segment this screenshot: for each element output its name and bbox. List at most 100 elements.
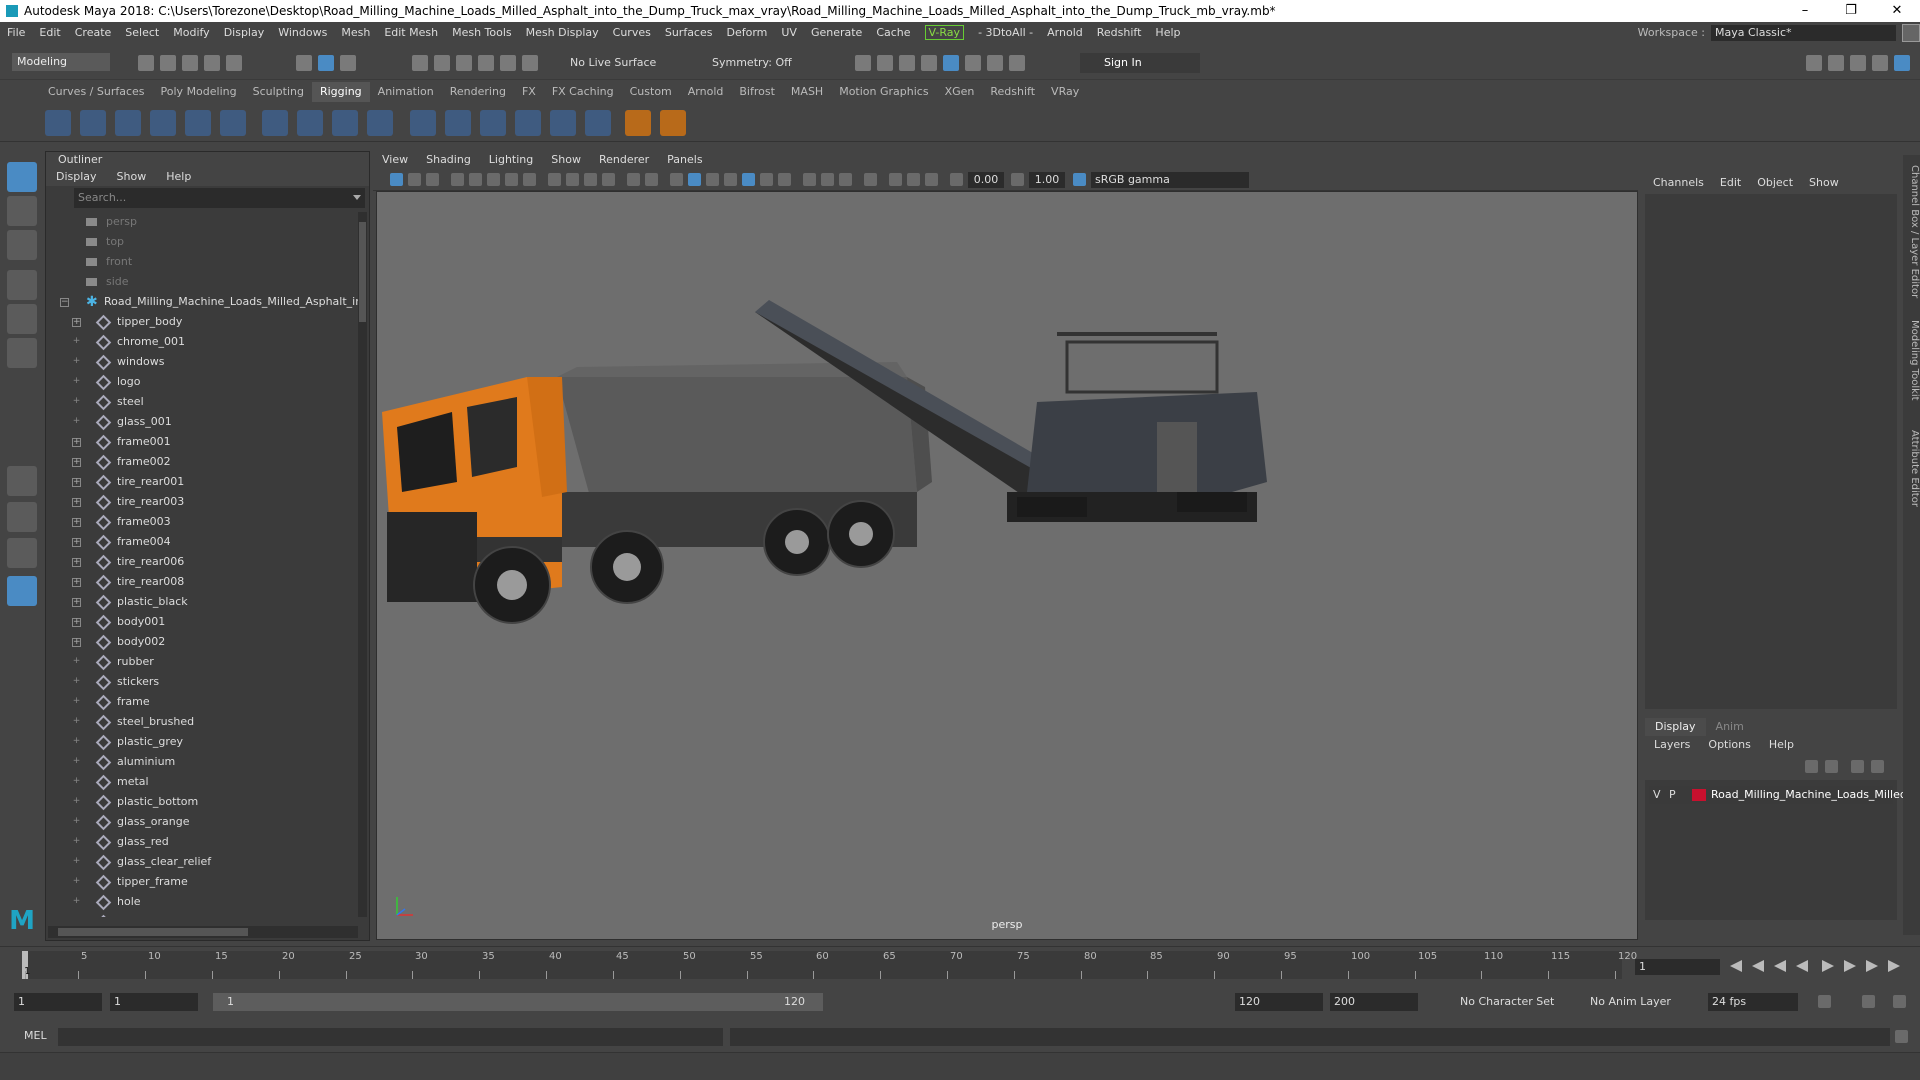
bind-skin-icon[interactable] (262, 110, 288, 136)
shelf-tab-fx-caching[interactable]: FX Caching (544, 82, 622, 102)
render-frame-icon[interactable] (855, 55, 871, 71)
color-space-dropdown[interactable]: sRGB gamma (1091, 172, 1249, 188)
render-settings-icon[interactable] (921, 55, 937, 71)
modeling-toolkit-icon[interactable] (1806, 55, 1822, 71)
side-tab-modeling-toolkit[interactable]: Modeling Toolkit (1903, 320, 1920, 401)
expand-icon[interactable]: + (72, 578, 81, 587)
wireframe-on-shaded-icon[interactable] (724, 173, 737, 186)
menu-mesh-tools[interactable]: Mesh Tools (445, 22, 519, 44)
isolate-select-icon[interactable] (864, 173, 877, 186)
outliner-item[interactable]: + tipper_frame (46, 872, 358, 892)
fps-dropdown[interactable]: 24 fps (1708, 993, 1798, 1011)
undo-icon[interactable] (204, 55, 220, 71)
exposure-field[interactable]: 0.00 (968, 172, 1004, 188)
menu-3dtoall[interactable]: - 3DtoAll - (971, 22, 1040, 44)
hypershade-icon[interactable] (943, 55, 959, 71)
layer-playback-toggle[interactable]: P (1669, 786, 1676, 804)
motion-blur-icon[interactable] (821, 173, 834, 186)
menu-windows[interactable]: Windows (271, 22, 334, 44)
workspace-dropdown[interactable]: Maya Classic* (1711, 25, 1896, 41)
layer-menu-layers[interactable]: Layers (1645, 736, 1699, 754)
outliner-item[interactable]: + chrome_001 (46, 332, 358, 352)
search-dropdown-icon[interactable] (353, 195, 361, 200)
render-view-icon[interactable] (965, 55, 981, 71)
outliner-item[interactable]: + body001 (46, 612, 358, 632)
viewport-menu-show[interactable]: Show (542, 151, 590, 169)
paint-select-icon[interactable] (7, 230, 37, 260)
playback-end-field[interactable]: 120 (1235, 993, 1323, 1011)
move-tool-icon[interactable] (7, 270, 37, 300)
display-layer-row[interactable]: V P Road_Milling_Machine_Loads_Milled (1649, 786, 1907, 804)
ik-handle-icon[interactable] (410, 110, 436, 136)
use-all-lights-icon[interactable] (760, 173, 773, 186)
viewport-menu-lighting[interactable]: Lighting (480, 151, 542, 169)
backface-culling-icon[interactable] (925, 173, 938, 186)
outliner-item[interactable]: +metal_grille (46, 912, 358, 917)
select-hierarchy-icon[interactable] (296, 55, 312, 71)
outliner-camera-side[interactable]: side (46, 272, 358, 292)
shelf-tab-sculpting[interactable]: Sculpting (245, 82, 312, 102)
layer-menu-help[interactable]: Help (1760, 736, 1803, 754)
paint-weights-icon[interactable] (297, 110, 323, 136)
2d-pan-zoom-icon[interactable] (487, 173, 500, 186)
menu-select[interactable]: Select (118, 22, 166, 44)
scroll-thumb[interactable] (58, 928, 248, 936)
orient-constraint-icon[interactable] (550, 110, 576, 136)
outliner-menu-display[interactable]: Display (46, 168, 107, 186)
outliner-item[interactable]: + logo (46, 372, 358, 392)
viewport-menu-shading[interactable]: Shading (417, 151, 480, 169)
outliner-item[interactable]: + rubber (46, 652, 358, 672)
menu-uv[interactable]: UV (774, 22, 804, 44)
menu-generate[interactable]: Generate (804, 22, 869, 44)
channel-menu-show[interactable]: Show (1801, 174, 1847, 192)
image-plane-icon[interactable] (469, 173, 482, 186)
live-surface-label[interactable]: No Live Surface (570, 54, 656, 72)
outliner-item[interactable]: + tipper_body (46, 312, 358, 332)
shelf-tab-arnold[interactable]: Arnold (680, 82, 732, 102)
ambient-occlusion-icon[interactable] (803, 173, 816, 186)
layer-name[interactable]: Road_Milling_Machine_Loads_Milled (1711, 786, 1907, 804)
menu-help[interactable]: Help (1148, 22, 1187, 44)
step-back-frame-icon[interactable] (1774, 960, 1786, 972)
exposure-icon[interactable] (950, 173, 963, 186)
step-forward-key-icon[interactable] (1866, 960, 1878, 972)
go-to-end-icon[interactable] (1888, 960, 1900, 972)
four-view-icon[interactable] (7, 502, 37, 532)
shelf-tab-mash[interactable]: MASH (783, 82, 831, 102)
insert-joint-icon[interactable] (80, 110, 106, 136)
parent-constraint-icon[interactable] (660, 110, 686, 136)
render-sequence-icon[interactable] (877, 55, 893, 71)
select-camera-icon[interactable] (390, 173, 403, 186)
outliner-search-input[interactable]: Search... (74, 188, 365, 208)
shelf-tab-redshift[interactable]: Redshift (982, 82, 1043, 102)
point-constraint-icon[interactable] (480, 110, 506, 136)
channel-box-icon[interactable] (1894, 55, 1910, 71)
grid-icon[interactable] (523, 173, 536, 186)
menu-display[interactable]: Display (217, 22, 272, 44)
menu-curves[interactable]: Curves (606, 22, 658, 44)
character-set-dropdown[interactable]: No Character Set (1460, 993, 1554, 1011)
shelf-tab-fx[interactable]: FX (514, 82, 544, 102)
viewport-menu-panels[interactable]: Panels (658, 151, 711, 169)
select-tool-icon[interactable] (7, 162, 37, 192)
select-component-icon[interactable] (340, 55, 356, 71)
color-management-icon[interactable] (1073, 173, 1086, 186)
default-material-icon[interactable] (706, 173, 719, 186)
auto-key-icon[interactable] (1862, 995, 1875, 1008)
aim-constraint-icon[interactable] (515, 110, 541, 136)
outliner-item[interactable]: + metal (46, 772, 358, 792)
xray-icon[interactable] (889, 173, 902, 186)
outliner-item[interactable]: + stickers (46, 672, 358, 692)
vray-render-icon[interactable] (987, 55, 1003, 71)
mirror-joint-icon[interactable] (115, 110, 141, 136)
channel-box[interactable] (1645, 194, 1897, 709)
outliner-vertical-scrollbar[interactable] (358, 212, 367, 917)
persp-outliner-icon[interactable] (7, 538, 37, 568)
lock-camera-icon[interactable] (408, 173, 421, 186)
expand-icon[interactable]: + (72, 618, 81, 627)
outliner-item[interactable]: + frame003 (46, 512, 358, 532)
expand-icon[interactable]: + (72, 558, 81, 567)
gate-mask-icon[interactable] (584, 173, 597, 186)
channel-menu-edit[interactable]: Edit (1712, 174, 1749, 192)
menu-file[interactable]: File (0, 22, 32, 44)
